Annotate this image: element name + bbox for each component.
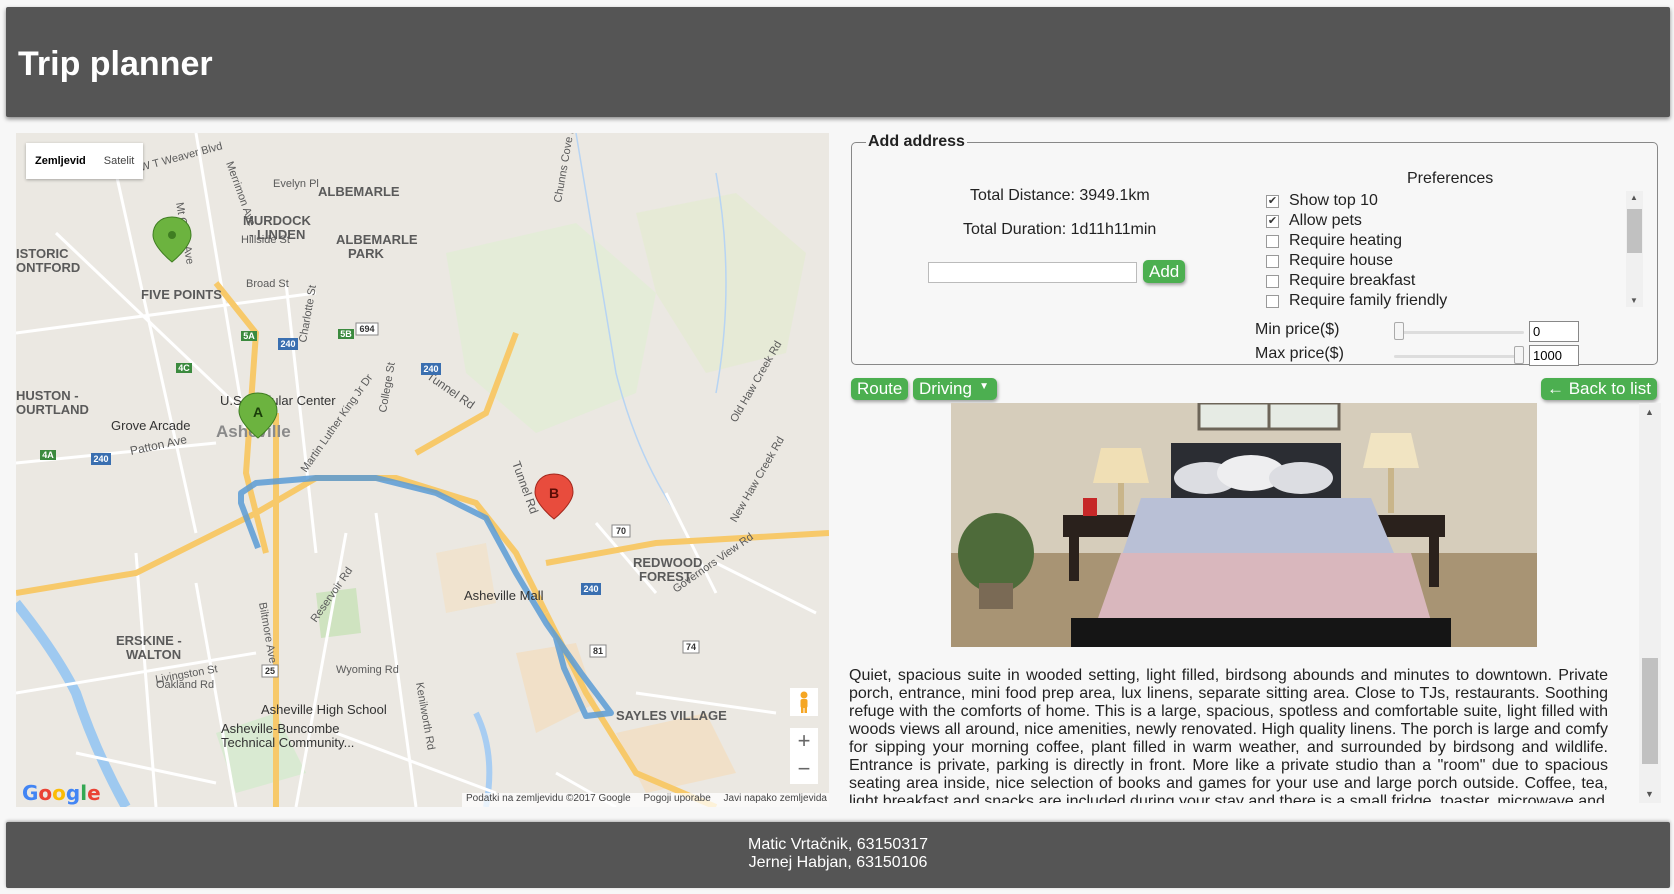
app-header: Trip planner — [6, 7, 1670, 117]
listing-detail: Quiet, spacious suite in wooded setting,… — [849, 403, 1662, 803]
svg-text:74: 74 — [686, 642, 696, 652]
min-price-slider-handle[interactable] — [1394, 322, 1404, 340]
svg-text:WALTON: WALTON — [126, 647, 181, 662]
min-price-slider[interactable] — [1394, 331, 1524, 334]
map-attribution: Podatki na zemljevidu ©2017 Google Pogoj… — [462, 793, 829, 807]
svg-text:4A: 4A — [42, 450, 54, 460]
svg-text:Technical Community...: Technical Community... — [221, 735, 354, 750]
checkbox[interactable] — [1266, 234, 1279, 248]
svg-text:240: 240 — [583, 584, 598, 594]
checkbox[interactable] — [1266, 254, 1279, 268]
svg-text:ISTORIC: ISTORIC — [16, 246, 69, 261]
add-button[interactable]: Add — [1143, 260, 1186, 283]
min-price-input[interactable] — [1529, 321, 1579, 342]
svg-text:240: 240 — [423, 364, 438, 374]
scroll-thumb[interactable] — [1627, 209, 1642, 253]
listing-description: Quiet, spacious suite in wooded setting,… — [849, 667, 1608, 803]
svg-text:PARK: PARK — [348, 246, 384, 261]
svg-text:694: 694 — [359, 324, 374, 334]
total-duration: Total Duration: 1d11h11min — [963, 221, 1157, 238]
route-button[interactable]: Route — [851, 378, 909, 400]
map-terms-link[interactable]: Pogoji uporabe — [643, 793, 710, 804]
zoom-in-button[interactable]: + — [790, 728, 818, 756]
preferences-scrollbar[interactable]: ▲ ▼ — [1626, 191, 1643, 307]
svg-text:Hillside St: Hillside St — [241, 234, 290, 246]
svg-text:OURTLAND: OURTLAND — [16, 402, 89, 417]
google-logo: Google — [22, 781, 101, 805]
checkbox[interactable]: ✔ — [1266, 194, 1279, 208]
preferences-title: Preferences — [1407, 170, 1494, 187]
svg-text:70: 70 — [616, 526, 626, 536]
max-price-label: Max price($) — [1255, 345, 1344, 362]
checkbox[interactable]: ✔ — [1266, 214, 1279, 228]
svg-text:REDWOOD: REDWOOD — [633, 555, 702, 570]
pref-show-top-10[interactable]: ✔ Show top 10 — [1258, 191, 1638, 211]
map-report-link[interactable]: Javi napako zemljevida — [724, 793, 827, 804]
svg-text:Grove Arcade: Grove Arcade — [111, 418, 191, 433]
svg-text:FIVE POINTS: FIVE POINTS — [141, 287, 222, 302]
scroll-down-icon[interactable]: ▼ — [1645, 789, 1654, 799]
total-distance: Total Distance: 3949.1km — [970, 187, 1150, 204]
map-type-map[interactable]: Zemljevid — [26, 155, 95, 167]
travel-mode-value: Driving — [919, 379, 972, 398]
listing-photo — [951, 403, 1537, 647]
map-type-satellite[interactable]: Satelit — [95, 155, 144, 167]
max-price-slider-handle[interactable] — [1514, 346, 1524, 364]
svg-text:4C: 4C — [178, 363, 190, 373]
svg-text:Evelyn Pl: Evelyn Pl — [273, 178, 319, 190]
preferences-list: ✔ Show top 10 ✔ Allow pets Require heati… — [1258, 191, 1638, 309]
dropdown-caret-icon: ▼ — [979, 381, 989, 392]
scroll-down-icon[interactable]: ▼ — [1630, 296, 1638, 305]
app-footer: Matic Vrtačnik, 63150317 Jernej Habjan, … — [6, 822, 1670, 888]
scroll-thumb[interactable] — [1642, 658, 1658, 764]
max-price-input[interactable] — [1529, 345, 1579, 366]
svg-text:U.S. Cellular Center: U.S. Cellular Center — [220, 393, 336, 408]
svg-text:B: B — [549, 485, 559, 501]
zoom-out-button[interactable]: − — [790, 756, 818, 784]
pref-require-heating[interactable]: Require heating — [1258, 231, 1638, 251]
svg-text:Asheville-Buncombe: Asheville-Buncombe — [221, 721, 340, 736]
svg-text:81: 81 — [593, 646, 603, 656]
max-price-slider[interactable] — [1394, 355, 1524, 358]
svg-text:SAYLES VILLAGE: SAYLES VILLAGE — [616, 708, 727, 723]
add-address-panel: Add address Total Distance: 3949.1km Tot… — [851, 133, 1658, 366]
pref-require-family-friendly[interactable]: Require family friendly — [1258, 291, 1638, 311]
svg-text:Wyoming Rd: Wyoming Rd — [336, 664, 399, 676]
map-canvas[interactable]: ALBEMARLE MURDOCK - LINDEN ALBEMARLE PAR… — [16, 133, 829, 807]
svg-text:240: 240 — [280, 339, 295, 349]
map-view[interactable]: ALBEMARLE MURDOCK - LINDEN ALBEMARLE PAR… — [16, 133, 829, 807]
min-price-label: Min price($) — [1255, 321, 1340, 338]
address-input[interactable] — [928, 262, 1137, 283]
map-type-control[interactable]: Zemljevid Satelit — [26, 143, 144, 179]
map-data-credit: Podatki na zemljevidu ©2017 Google — [466, 793, 631, 804]
svg-text:HUSTON -: HUSTON - — [16, 388, 79, 403]
page-title: Trip planner — [18, 45, 213, 83]
svg-text:Asheville High School: Asheville High School — [261, 702, 387, 717]
svg-text:Broad St: Broad St — [246, 278, 289, 290]
svg-text:A: A — [253, 404, 263, 420]
svg-text:Asheville Mall: Asheville Mall — [464, 588, 544, 603]
svg-text:5A: 5A — [243, 331, 255, 341]
checkbox[interactable] — [1266, 294, 1279, 308]
svg-text:25: 25 — [265, 666, 275, 676]
back-to-list-button[interactable]: ← Back to list — [1541, 378, 1657, 400]
svg-text:ALBEMARLE: ALBEMARLE — [336, 232, 418, 247]
add-address-legend: Add address — [868, 133, 965, 150]
travel-mode-select[interactable]: Driving ▼ — [913, 378, 997, 400]
svg-text:ALBEMARLE: ALBEMARLE — [318, 184, 400, 199]
listing-scrollbar[interactable]: ▲ ▼ — [1639, 403, 1661, 803]
scroll-up-icon[interactable]: ▲ — [1645, 407, 1654, 417]
scroll-up-icon[interactable]: ▲ — [1630, 193, 1638, 202]
pref-require-breakfast[interactable]: Require breakfast — [1258, 271, 1638, 291]
svg-text:240: 240 — [93, 454, 108, 464]
checkbox[interactable] — [1266, 274, 1279, 288]
pref-require-house[interactable]: Require house — [1258, 251, 1638, 271]
svg-text:5B: 5B — [340, 329, 352, 339]
svg-text:ONTFORD: ONTFORD — [16, 260, 80, 275]
pref-allow-pets[interactable]: ✔ Allow pets — [1258, 211, 1638, 231]
svg-text:ERSKINE -: ERSKINE - — [116, 633, 182, 648]
pegman-icon[interactable] — [790, 688, 818, 716]
author-1: Matic Vrtačnik, 63150317 — [748, 836, 928, 853]
author-2: Jernej Habjan, 63150106 — [748, 854, 928, 871]
